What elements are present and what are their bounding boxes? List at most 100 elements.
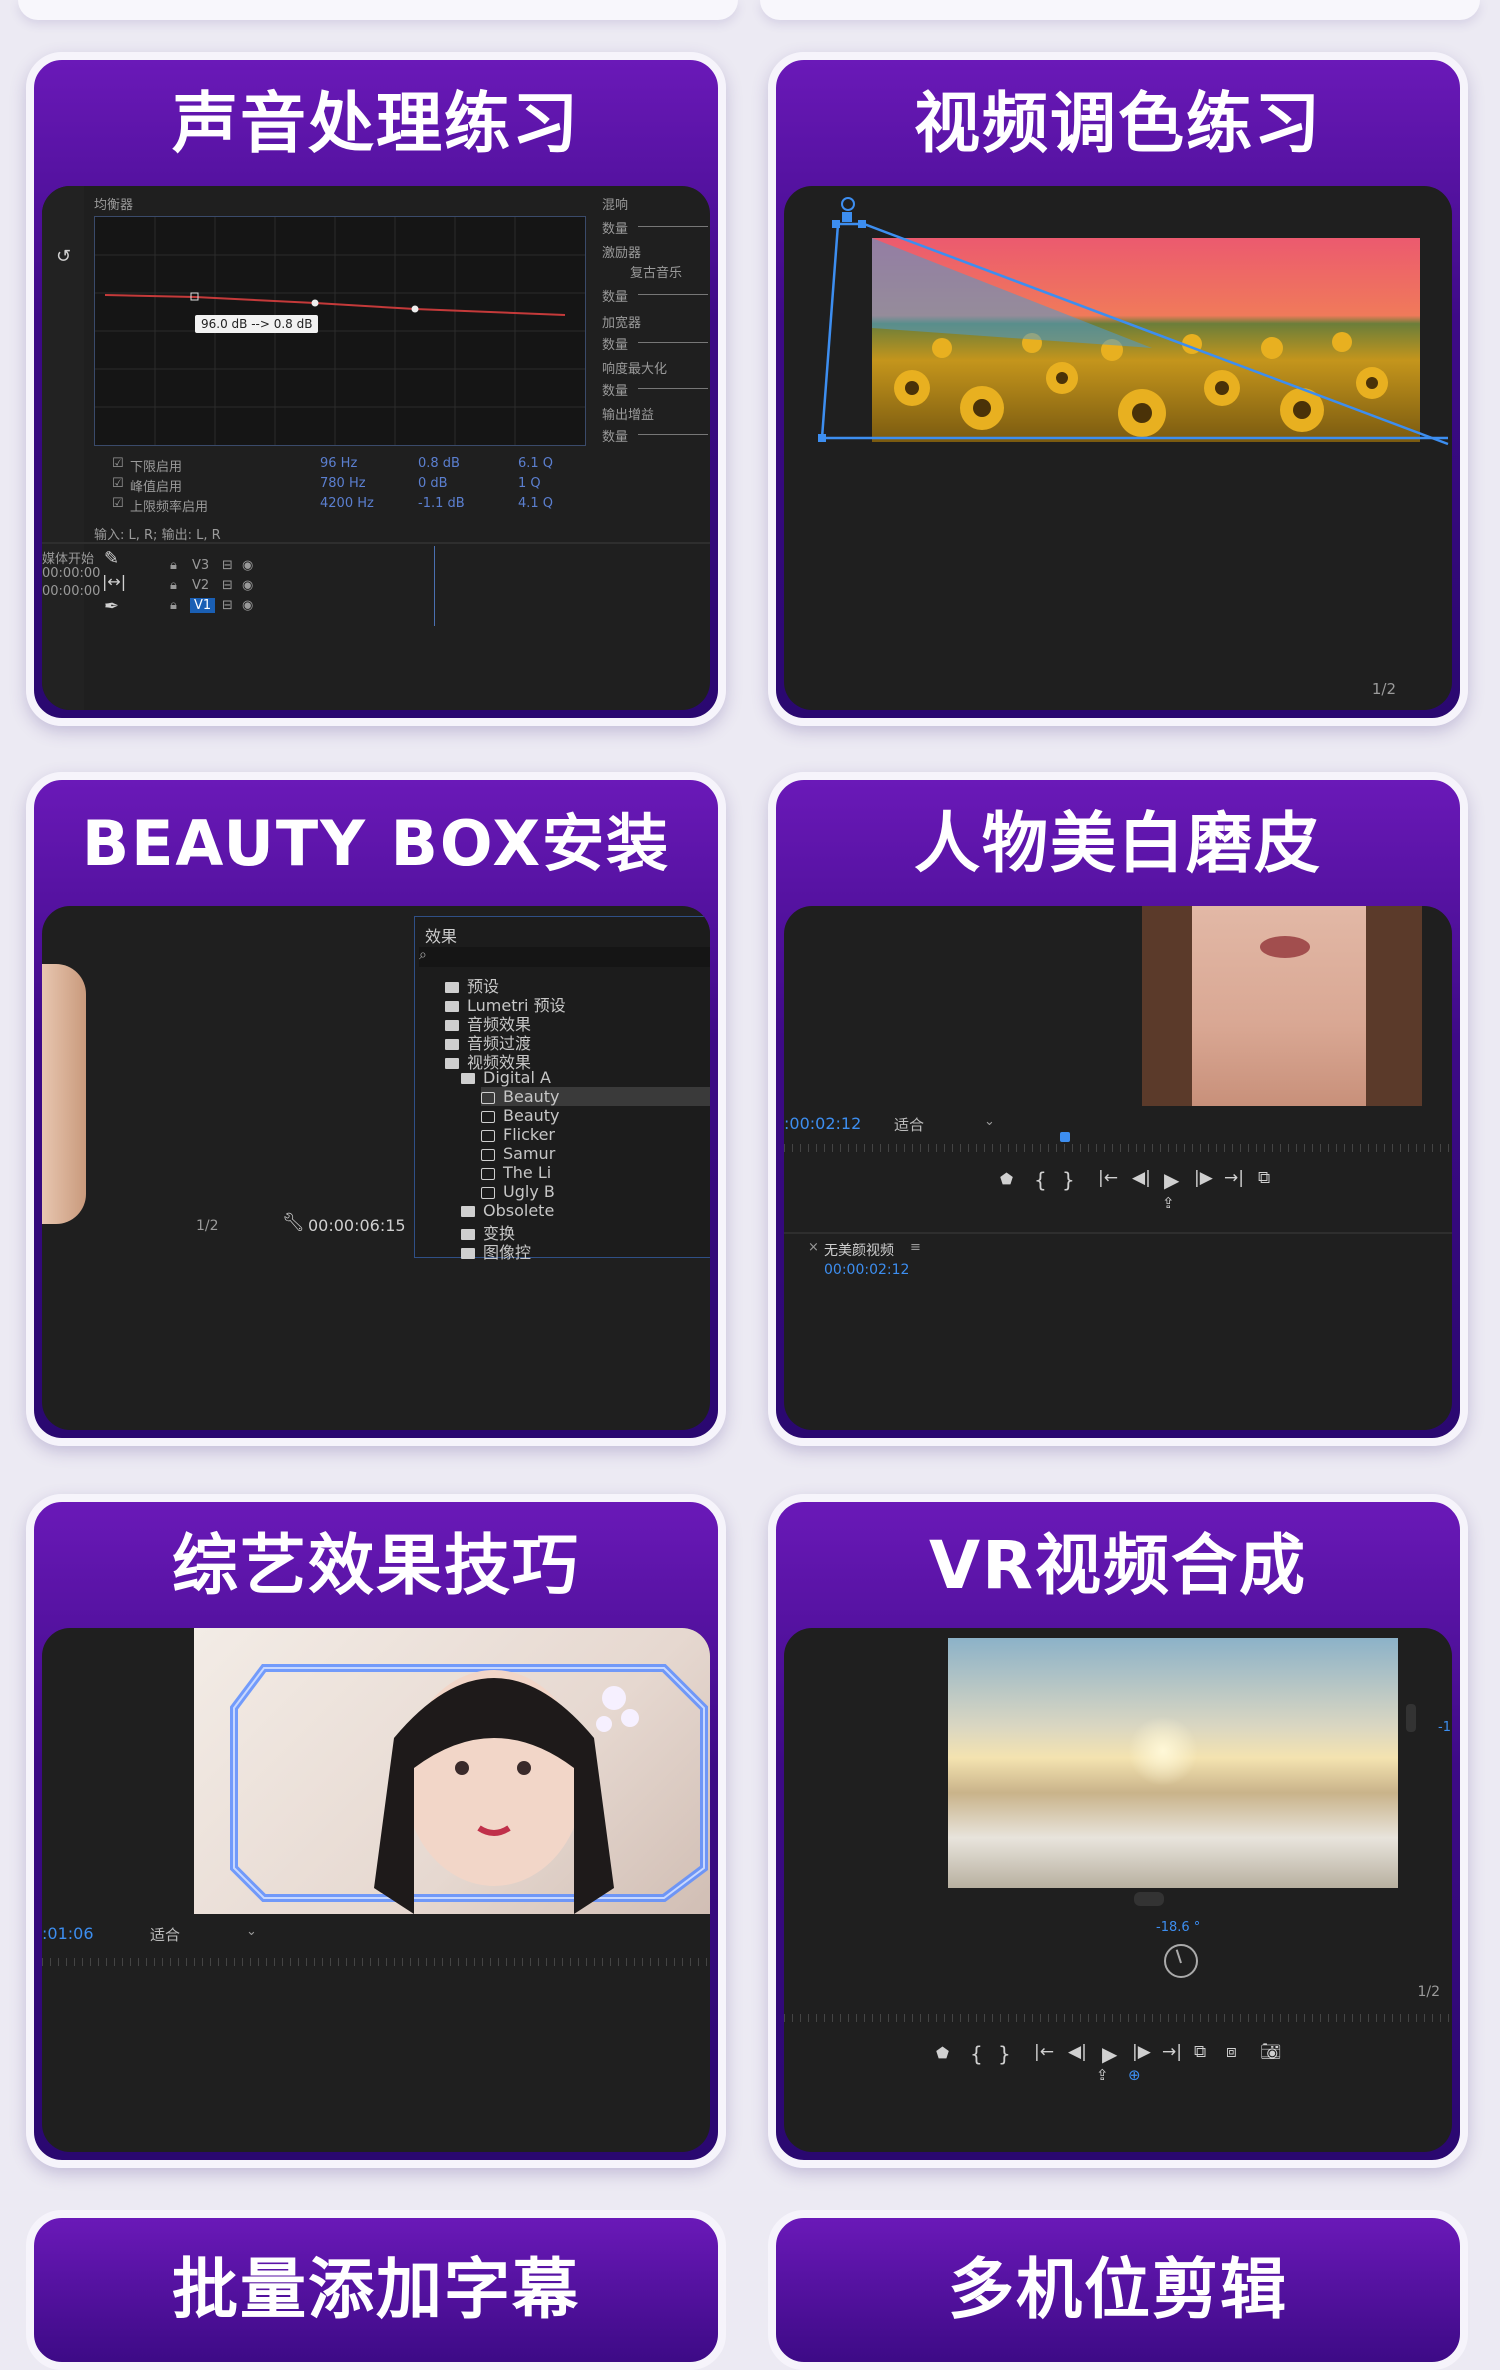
band-freq: 780 Hz bbox=[320, 476, 366, 491]
label-amount: 数量 bbox=[602, 290, 629, 305]
timeline-ruler[interactable] bbox=[42, 1958, 710, 1966]
face-preview-fragment bbox=[42, 964, 86, 1224]
sync-icon[interactable]: ⊟ bbox=[222, 578, 233, 593]
eq-tooltip: 96.0 dB --> 0.8 dB bbox=[195, 315, 319, 333]
card-batch-subtitles[interactable]: 批量添加字幕 bbox=[26, 2210, 726, 2370]
ripple-tool-icon[interactable]: |↔| bbox=[102, 572, 126, 591]
timeline-ruler[interactable] bbox=[784, 1144, 1452, 1152]
step-forward-icon[interactable]: |▶ bbox=[1132, 2042, 1151, 2062]
page-indicator[interactable]: 1/2 bbox=[196, 1218, 219, 1234]
eye-icon[interactable]: ◉ bbox=[242, 578, 253, 593]
checkbox-low[interactable]: ☑ bbox=[112, 456, 124, 471]
eq-graph[interactable]: 96.0 dB --> 0.8 dB bbox=[94, 216, 586, 446]
go-to-out-icon[interactable]: →| bbox=[1162, 2042, 1182, 2062]
playhead[interactable] bbox=[1060, 1132, 1070, 1142]
label-output-gain: 输出增益 bbox=[602, 408, 655, 423]
effects-panel-title: 效果 bbox=[425, 927, 458, 946]
timecode: 00:00:06:15 bbox=[308, 1216, 406, 1235]
scrollbar[interactable] bbox=[1406, 1704, 1416, 1732]
vr-toggle-icon[interactable]: ⊕ bbox=[1128, 2066, 1141, 2084]
side-label: 00:00:00 bbox=[42, 566, 101, 581]
card-color-grading[interactable]: 视频调色练习 1/2 bbox=[768, 52, 1468, 726]
chevron-down-icon[interactable]: ⌄ bbox=[246, 1924, 257, 1939]
slider[interactable] bbox=[638, 388, 708, 389]
page-indicator[interactable]: 1/2 bbox=[1417, 1984, 1440, 2000]
lock-icon[interactable]: 🔒︎ bbox=[170, 558, 177, 573]
wrench-icon[interactable]: 🔧︎ bbox=[282, 1212, 305, 1233]
fit-dropdown[interactable]: 适合 bbox=[150, 1924, 180, 1945]
export-frame-icon[interactable]: ⇪ bbox=[1162, 1194, 1175, 1212]
band-gain: -1.1 dB bbox=[418, 496, 465, 511]
mark-in-icon[interactable]: { bbox=[970, 2042, 983, 2066]
tree-effect[interactable]: Beauty bbox=[481, 1087, 710, 1106]
scroll-handle[interactable] bbox=[1134, 1892, 1164, 1906]
eye-icon[interactable]: ◉ bbox=[242, 558, 253, 573]
tree-folder[interactable]: Obsolete bbox=[461, 1201, 554, 1220]
tree-effect[interactable]: Ugly B bbox=[481, 1182, 555, 1201]
pen-tool-icon[interactable]: ✒ bbox=[104, 596, 119, 617]
lock-icon[interactable]: 🔒︎ bbox=[170, 578, 177, 593]
insert-icon[interactable]: ⧉ bbox=[1258, 1168, 1270, 1188]
overwrite-icon[interactable]: ⧈ bbox=[1226, 2042, 1237, 2062]
mark-out-icon[interactable]: } bbox=[998, 2042, 1011, 2066]
camera-icon[interactable]: 📷︎ bbox=[1260, 2042, 1282, 2062]
timeline-ruler[interactable] bbox=[784, 2014, 1452, 2022]
label-exciter: 激励器 bbox=[602, 246, 642, 261]
tree-folder[interactable]: Digital A bbox=[461, 1068, 551, 1087]
chevron-down-icon[interactable]: ⌄ bbox=[984, 1114, 995, 1129]
go-to-in-icon[interactable]: |← bbox=[1034, 2042, 1054, 2062]
sync-icon[interactable]: ⊟ bbox=[222, 558, 233, 573]
foggy-sunrise-frame bbox=[948, 1638, 1398, 1888]
card-skin-whitening[interactable]: 人物美白磨皮 :00:02:12 适合 ⌄ ⬟ { } |← ◀| ▶ |▶ →… bbox=[768, 772, 1468, 1446]
lock-icon[interactable]: 🔒︎ bbox=[170, 598, 177, 613]
play-icon[interactable]: ▶ bbox=[1164, 1168, 1179, 1192]
card-audio-processing[interactable]: 声音处理练习 ↺ 均衡器 96.0 dB --> 0.8 dB 混响 数量 激励… bbox=[26, 52, 726, 726]
slider[interactable] bbox=[638, 342, 708, 343]
label-retro: 复古音乐 bbox=[630, 266, 683, 281]
step-back-icon[interactable]: ◀| bbox=[1132, 1168, 1151, 1188]
playhead-line[interactable] bbox=[434, 546, 435, 626]
mark-in-icon[interactable]: { bbox=[1034, 1168, 1047, 1192]
checkbox-peak[interactable]: ☑ bbox=[112, 476, 124, 491]
effects-search-input[interactable]: ⌕ bbox=[419, 947, 710, 967]
page-indicator[interactable]: 1/2 bbox=[1372, 680, 1396, 698]
sync-icon[interactable]: ⊟ bbox=[222, 598, 233, 613]
mark-out-icon[interactable]: } bbox=[1062, 1168, 1075, 1192]
play-icon[interactable]: ▶ bbox=[1102, 2042, 1117, 2066]
rotation-dial[interactable] bbox=[1164, 1944, 1198, 1978]
razor-tool-icon[interactable]: ✎ bbox=[104, 548, 119, 569]
slider[interactable] bbox=[638, 434, 708, 435]
menu-icon[interactable]: ≡ bbox=[910, 1240, 921, 1255]
marker-icon[interactable]: ⬟ bbox=[936, 2044, 949, 2062]
sequence-tab[interactable]: 无美颜视频 bbox=[824, 1240, 894, 1260]
band-label: 下限启用 bbox=[130, 460, 183, 475]
insert-icon[interactable]: ⧉ bbox=[1194, 2042, 1206, 2062]
label-reverb: 混响 bbox=[602, 198, 629, 213]
step-forward-icon[interactable]: |▶ bbox=[1194, 1168, 1213, 1188]
card-beauty-box-install[interactable]: BEAUTY BOX安装 效果 ⌕ 预设 Lumetri 预设 音频效果 音频过… bbox=[26, 772, 726, 1446]
tree-effect[interactable]: The Li bbox=[481, 1163, 551, 1182]
tree-effect[interactable]: Beauty bbox=[481, 1106, 560, 1125]
card-variety-effects[interactable]: 综艺效果技巧 :01:06 适合 ⌄ bbox=[26, 1494, 726, 2168]
tree-effect[interactable]: Samur bbox=[481, 1144, 555, 1163]
card-multicam-edit[interactable]: 多机位剪辑 bbox=[768, 2210, 1468, 2370]
fit-dropdown[interactable]: 适合 bbox=[894, 1114, 924, 1135]
card-vr-video[interactable]: VR视频合成 -1.4 -18.6 ° 1/2 ⬟ { } |← ◀| ▶ |▶… bbox=[768, 1494, 1468, 2168]
export-frame-icon[interactable]: ⇪ bbox=[1096, 2066, 1109, 2084]
tree-folder[interactable]: 图像控 bbox=[461, 1239, 531, 1263]
side-value: -1.4 bbox=[1438, 1720, 1452, 1735]
slider[interactable] bbox=[638, 226, 708, 227]
marker-icon[interactable]: ⬟ bbox=[1000, 1170, 1013, 1188]
slider[interactable] bbox=[638, 294, 708, 295]
tree-effect[interactable]: Flicker bbox=[481, 1125, 555, 1144]
go-to-out-icon[interactable]: →| bbox=[1224, 1168, 1244, 1188]
close-icon[interactable]: × bbox=[808, 1240, 819, 1255]
mask-path[interactable] bbox=[784, 186, 1452, 546]
eq-panel-title: 均衡器 bbox=[94, 198, 134, 213]
eye-icon[interactable]: ◉ bbox=[242, 598, 253, 613]
checkbox-high[interactable]: ☑ bbox=[112, 496, 124, 511]
undo-icon[interactable]: ↺ bbox=[56, 246, 71, 267]
go-to-in-icon[interactable]: |← bbox=[1098, 1168, 1118, 1188]
label-amount: 数量 bbox=[602, 384, 629, 399]
step-back-icon[interactable]: ◀| bbox=[1068, 2042, 1087, 2062]
